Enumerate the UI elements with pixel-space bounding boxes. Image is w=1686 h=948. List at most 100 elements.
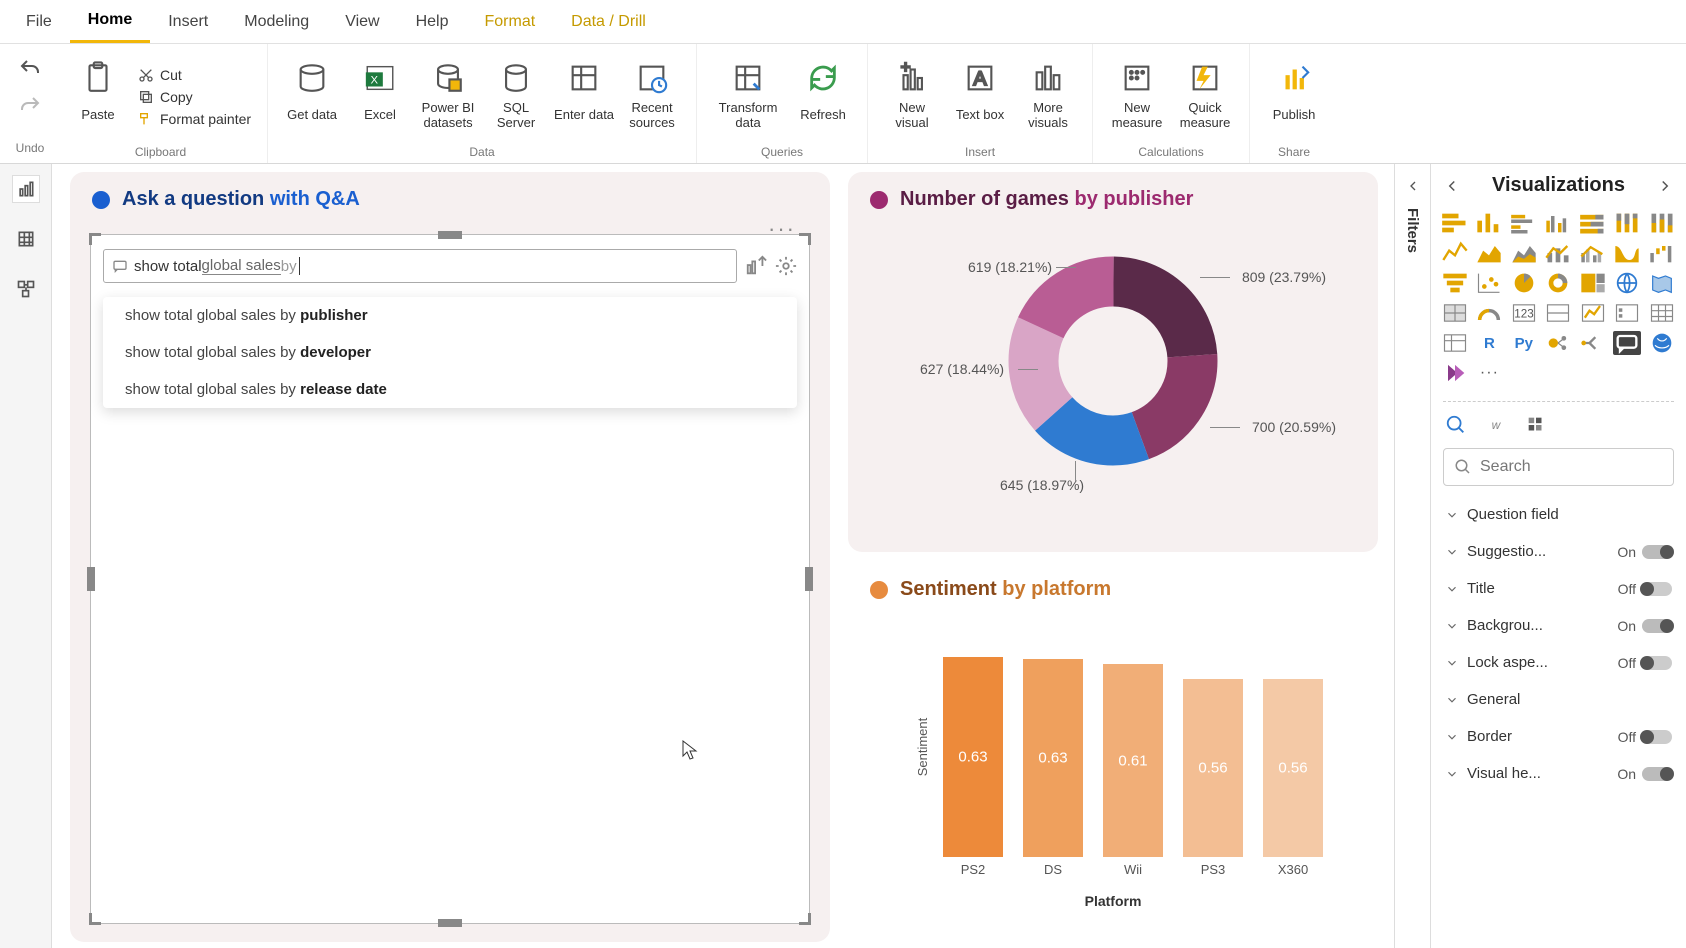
prop-title[interactable]: TitleOff <box>1431 570 1686 607</box>
recent-sources-button[interactable]: Recent sources <box>620 57 684 137</box>
refresh-button[interactable]: Refresh <box>791 57 855 137</box>
prop-background[interactable]: Backgrou...On <box>1431 607 1686 644</box>
viz-line-clustered-icon[interactable] <box>1579 241 1607 265</box>
viz-prev-button[interactable] <box>1443 177 1461 195</box>
qa-visual-tile[interactable]: Ask a question with Q&A ··· show total g… <box>70 172 830 942</box>
viz-r-icon[interactable]: R <box>1475 331 1503 355</box>
viz-qa-icon[interactable] <box>1613 331 1641 355</box>
viz-matrix-icon[interactable] <box>1441 331 1469 355</box>
expand-filters-icon[interactable] <box>1405 178 1421 194</box>
viz-card-icon[interactable]: 123 <box>1510 301 1538 325</box>
cut-button[interactable]: Cut <box>134 65 255 85</box>
viz-arcgis-icon[interactable] <box>1648 331 1676 355</box>
donut-chart-tile[interactable]: Number of games by publisher 809 (23.79%… <box>848 172 1378 552</box>
viz-ribbon-icon[interactable] <box>1613 241 1641 265</box>
redo-button[interactable] <box>18 90 42 127</box>
menu-help[interactable]: Help <box>398 0 467 43</box>
menu-home[interactable]: Home <box>70 0 150 43</box>
prop-general[interactable]: General <box>1431 681 1686 718</box>
viz-line-column-icon[interactable] <box>1544 241 1572 265</box>
data-view-button[interactable] <box>13 226 39 252</box>
viz-line-icon[interactable] <box>1441 241 1469 265</box>
viz-pie-icon[interactable] <box>1510 271 1538 295</box>
viz-slicer-icon[interactable] <box>1613 301 1641 325</box>
toggle-suggestions[interactable] <box>1642 545 1672 559</box>
resize-handle-br[interactable] <box>799 913 811 925</box>
pbi-datasets-button[interactable]: Power BI datasets <box>416 57 480 137</box>
paste-button[interactable]: Paste <box>66 57 130 137</box>
bar-1[interactable]: 0.63DS <box>1023 659 1083 857</box>
viz-kpi-icon[interactable] <box>1579 301 1607 325</box>
viz-format-tab-button[interactable] <box>1525 414 1547 436</box>
sql-server-button[interactable]: SQL Server <box>484 57 548 137</box>
get-data-button[interactable]: Get data <box>280 57 344 137</box>
viz-multi-card-icon[interactable] <box>1544 301 1572 325</box>
viz-gauge-icon[interactable] <box>1475 301 1503 325</box>
new-measure-button[interactable]: New measure <box>1105 57 1169 137</box>
suggestion-item-2[interactable]: show total global sales by release date <box>103 371 797 408</box>
qa-question-input[interactable]: show total global sales by <box>103 249 737 283</box>
viz-100pct-column-icon[interactable] <box>1613 211 1641 235</box>
menu-view[interactable]: View <box>327 0 397 43</box>
viz-next-button[interactable] <box>1656 177 1674 195</box>
bar-chart-tile[interactable]: Sentiment by platform Sentiment Platform… <box>848 562 1378 942</box>
bar-2[interactable]: 0.61Wii <box>1103 664 1163 857</box>
menu-file[interactable]: File <box>8 0 70 43</box>
prop-question-field[interactable]: Question field <box>1431 496 1686 533</box>
menu-data-drill[interactable]: Data / Drill <box>553 0 664 43</box>
viz-100pct-stacked-icon[interactable] <box>1648 211 1676 235</box>
toggle-lock-aspect[interactable] <box>1642 656 1672 670</box>
toggle-border[interactable] <box>1642 730 1672 744</box>
menu-insert[interactable]: Insert <box>150 0 226 43</box>
viz-search-tab-button[interactable] <box>1445 414 1467 436</box>
menu-format[interactable]: Format <box>466 0 553 43</box>
suggestion-item-0[interactable]: show total global sales by publisher <box>103 297 797 334</box>
viz-funnel-icon[interactable] <box>1441 271 1469 295</box>
viz-clustered-column-icon[interactable] <box>1544 211 1572 235</box>
resize-handle-bl[interactable] <box>89 913 101 925</box>
excel-button[interactable]: XExcel <box>348 57 412 137</box>
viz-fields-tab-button[interactable]: w <box>1485 414 1507 436</box>
resize-handle-bottom[interactable] <box>438 919 462 927</box>
bar-0[interactable]: 0.63PS2 <box>943 657 1003 857</box>
viz-map-icon[interactable] <box>1613 271 1641 295</box>
bar-4[interactable]: 0.56X360 <box>1263 679 1323 857</box>
viz-filled-map-icon[interactable] <box>1648 271 1676 295</box>
prop-visual-header[interactable]: Visual he...On <box>1431 755 1686 792</box>
viz-treemap-icon[interactable] <box>1579 271 1607 295</box>
viz-stacked-area-icon[interactable] <box>1510 241 1538 265</box>
viz-100pct-bar-icon[interactable] <box>1579 211 1607 235</box>
new-visual-button[interactable]: +New visual <box>880 57 944 137</box>
viz-search-input[interactable]: Search <box>1443 448 1674 486</box>
toggle-visual-header[interactable] <box>1642 767 1672 781</box>
viz-stacked-column-icon[interactable] <box>1475 211 1503 235</box>
viz-stacked-bar-icon[interactable] <box>1441 211 1469 235</box>
viz-decomposition-icon[interactable] <box>1579 331 1607 355</box>
viz-more-button[interactable]: ··· <box>1475 361 1503 385</box>
undo-button[interactable] <box>18 53 42 90</box>
viz-python-icon[interactable]: Py <box>1510 331 1538 355</box>
copy-button[interactable]: Copy <box>134 87 255 107</box>
format-painter-button[interactable]: Format painter <box>134 109 255 129</box>
more-visuals-button[interactable]: More visuals <box>1016 57 1080 137</box>
convert-visual-button[interactable] <box>745 255 767 277</box>
toggle-background[interactable] <box>1642 619 1672 633</box>
publish-button[interactable]: Publish <box>1262 57 1326 137</box>
suggestion-item-1[interactable]: show total global sales by developer <box>103 334 797 371</box>
filters-pane-collapsed[interactable]: Filters <box>1394 164 1430 948</box>
resize-handle-tr[interactable] <box>799 233 811 245</box>
prop-lock-aspect[interactable]: Lock aspe...Off <box>1431 644 1686 681</box>
bar-3[interactable]: 0.56PS3 <box>1183 679 1243 857</box>
text-box-button[interactable]: AText box <box>948 57 1012 137</box>
report-canvas[interactable]: Ask a question with Q&A ··· show total g… <box>52 164 1394 948</box>
qa-settings-button[interactable] <box>775 255 797 277</box>
viz-clustered-bar-icon[interactable] <box>1510 211 1538 235</box>
menu-modeling[interactable]: Modeling <box>226 0 327 43</box>
viz-table-icon[interactable] <box>1648 301 1676 325</box>
quick-measure-button[interactable]: Quick measure <box>1173 57 1237 137</box>
prop-suggestions[interactable]: Suggestio...On <box>1431 533 1686 570</box>
toggle-title[interactable] <box>1642 582 1672 596</box>
viz-area-icon[interactable] <box>1475 241 1503 265</box>
enter-data-button[interactable]: Enter data <box>552 57 616 137</box>
resize-handle-right[interactable] <box>805 567 813 591</box>
